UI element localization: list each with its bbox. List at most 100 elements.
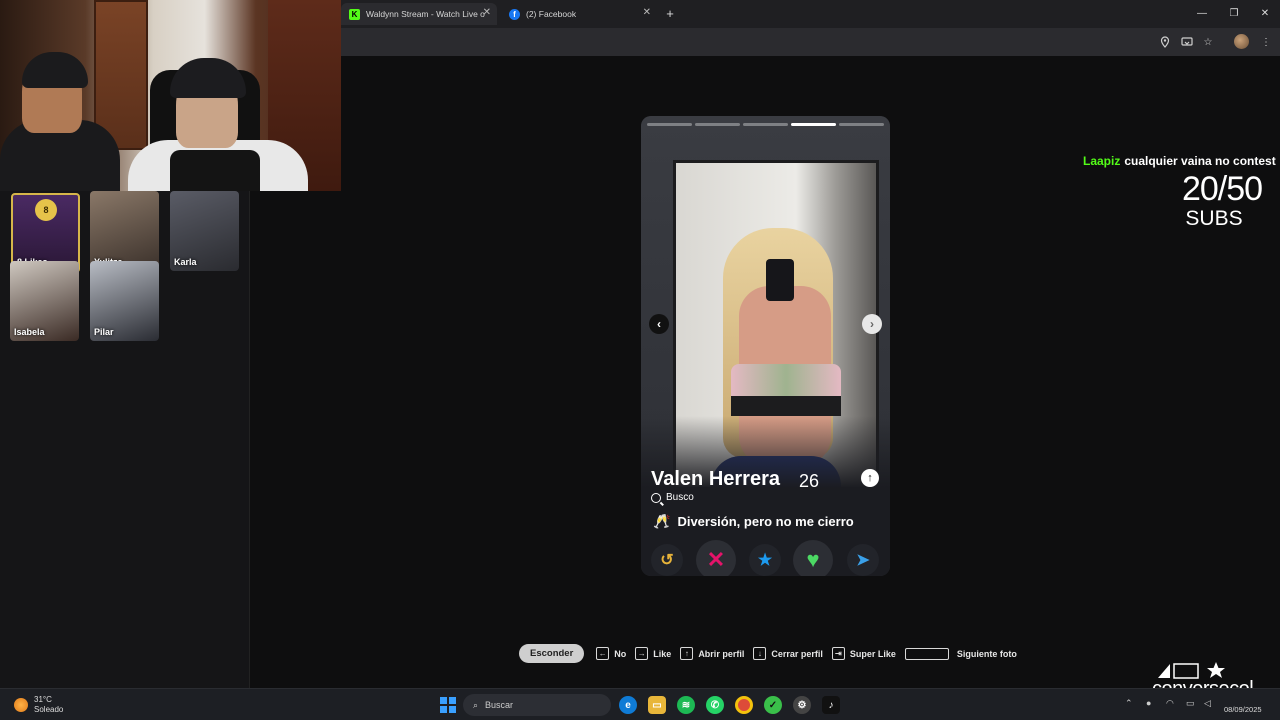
screen: K Waldynn Stream - Watch Live o ✕ f (2) … <box>0 0 1280 720</box>
tray-app-icon[interactable]: ● <box>1146 698 1151 708</box>
like-button[interactable]: ♥ <box>793 540 833 576</box>
champagne-icon: 🥂 <box>653 513 671 529</box>
tab-facebook[interactable]: f (2) Facebook ✕ <box>501 3 657 25</box>
search-icon <box>651 492 661 503</box>
close-tab-icon[interactable]: ✕ <box>483 7 491 18</box>
streamer-right-jersey <box>170 150 260 191</box>
keyboard-hints: Esconder ← No → Like ↑ Abrir perfil ↓ Ce… <box>519 644 1026 663</box>
likes-count-badge: 8 <box>35 199 57 221</box>
match-card-isabela[interactable]: Isabela <box>10 261 79 341</box>
maximize-button[interactable]: ❐ <box>1224 5 1244 21</box>
battery-icon[interactable]: ▭ <box>1186 698 1195 709</box>
tiktok-icon[interactable]: ♪ <box>822 696 840 714</box>
hint-no: ← No <box>596 647 626 660</box>
hint-label: Like <box>653 648 672 659</box>
chat-message: Laapiz cualquier vaina no contest <box>1083 154 1276 168</box>
subs-goal-count: 20/50 <box>1181 170 1263 208</box>
open-profile-button[interactable]: ↑ <box>861 469 879 487</box>
arrow-up-key-icon: ↑ <box>680 647 694 660</box>
match-name: Isabela <box>14 327 45 337</box>
photo-progress-segment <box>839 123 884 126</box>
streamer-right-headphones <box>170 58 246 98</box>
close-tab-icon[interactable]: ✕ <box>643 7 651 18</box>
matches-panel: 8 8 Likes ♥ Yulitza Karla Isabela Pilar <box>0 191 250 688</box>
weather-temp: 31°C <box>34 695 52 704</box>
close-window-button[interactable]: ✕ <box>1255 5 1275 21</box>
rewind-button[interactable]: ↺ <box>651 544 683 576</box>
superlike-button[interactable]: ★ <box>749 544 781 576</box>
relationship-goal-text: Diversión, pero no me cierro <box>677 514 854 529</box>
spotify-icon[interactable]: ≋ <box>677 696 695 714</box>
wifi-icon[interactable]: ◠ <box>1166 698 1174 709</box>
chrome-icon[interactable] <box>735 696 753 714</box>
action-buttons: ↺ ✕ ★ ♥ ➤ <box>641 540 890 576</box>
relationship-goal: 🥂 Diversión, pero no me cierro <box>653 513 854 530</box>
app-icon-2[interactable]: ⚙ <box>793 696 811 714</box>
subs-goal-label: SUBS <box>1185 207 1243 230</box>
hint-label: Siguiente foto <box>956 648 1017 659</box>
taskbar-search-label: Buscar <box>485 700 514 710</box>
profile-name: Valen Herrera <box>651 468 780 490</box>
minimize-button[interactable]: — <box>1192 5 1212 21</box>
photo-progress-segment <box>695 123 740 126</box>
tab-label: (2) Facebook <box>526 9 577 19</box>
menu-icon[interactable]: ⋮ <box>1259 35 1273 49</box>
webcam-feed <box>0 0 341 191</box>
boost-button[interactable]: ➤ <box>847 544 879 576</box>
photo-phone <box>766 259 794 301</box>
photo-progress-segment-current <box>791 123 836 126</box>
hint-open-profile: ↑ Abrir perfil <box>680 647 744 660</box>
next-photo-button[interactable]: › <box>862 314 882 334</box>
edge-icon[interactable]: e <box>619 696 637 714</box>
hint-like: → Like <box>635 647 671 660</box>
hint-close-profile: ↓ Cerrar perfil <box>753 647 823 660</box>
hint-label: No <box>614 648 627 659</box>
photo-progress-segment <box>647 123 692 126</box>
streamer-left-cap <box>22 52 88 88</box>
cast-icon[interactable] <box>1180 35 1194 49</box>
weather-desc: Soleado <box>34 705 64 714</box>
hide-button[interactable]: Esconder <box>519 644 585 663</box>
match-card-pilar[interactable]: Pilar <box>90 261 159 341</box>
profile-avatar[interactable] <box>1234 34 1249 49</box>
photo-progress-segment <box>743 123 788 126</box>
profile-card[interactable]: ‹ › Valen Herrera 26 ↑ Busco 🥂 Diversión… <box>641 116 890 576</box>
taskbar-search[interactable]: ⌕ Buscar <box>463 694 611 716</box>
previous-photo-button[interactable]: ‹ <box>649 314 669 334</box>
tab-waldynn-stream[interactable]: K Waldynn Stream - Watch Live o ✕ <box>341 3 497 25</box>
hint-next-photo: Siguiente foto <box>904 647 1017 660</box>
photo-progress-bar <box>647 123 884 126</box>
nope-button[interactable]: ✕ <box>696 540 736 576</box>
weather-widget[interactable]: 31°C Soleado <box>14 695 63 715</box>
match-name: Karla <box>174 257 197 267</box>
photo-subject-band <box>731 396 841 416</box>
match-name: Pilar <box>94 327 114 337</box>
app-icon[interactable]: ✓ <box>764 696 782 714</box>
browser-toolbar: ☆ ⋮ <box>341 28 1280 56</box>
looking-for-label: Busco <box>666 492 694 503</box>
new-tab-button[interactable]: + <box>662 5 678 21</box>
arrow-right-key-icon: → <box>635 647 649 660</box>
looking-for-row: Busco <box>651 492 694 503</box>
volume-icon[interactable]: ◁ <box>1204 698 1211 709</box>
file-explorer-icon[interactable]: ▭ <box>648 696 666 714</box>
kick-icon: K <box>349 8 360 20</box>
hint-label: Super Like <box>849 648 896 659</box>
browser-tabbar: K Waldynn Stream - Watch Live o ✕ f (2) … <box>341 0 1280 28</box>
hint-label: Abrir perfil <box>698 648 745 659</box>
arrow-down-key-icon: ↓ <box>753 647 767 660</box>
sun-icon <box>14 698 28 712</box>
profile-age: 26 <box>799 471 820 491</box>
windows-start-icon[interactable] <box>440 697 456 713</box>
match-card-yulitza[interactable]: Yulitza <box>90 191 159 271</box>
location-icon[interactable] <box>1158 35 1172 49</box>
star-icon[interactable]: ☆ <box>1201 35 1215 49</box>
tray-chevron-icon[interactable]: ⌃ <box>1125 698 1133 709</box>
chat-username: Laapiz <box>1083 154 1121 168</box>
arrow-left-key-icon: ← <box>596 647 610 660</box>
chat-text: cualquier vaina no contest <box>1124 154 1276 168</box>
taskbar-date: 08/09/2025 <box>1224 705 1262 714</box>
whatsapp-icon[interactable]: ✆ <box>706 696 724 714</box>
hint-super-like: ⇥ Super Like <box>831 647 896 660</box>
match-card-karla[interactable]: Karla <box>170 191 239 271</box>
